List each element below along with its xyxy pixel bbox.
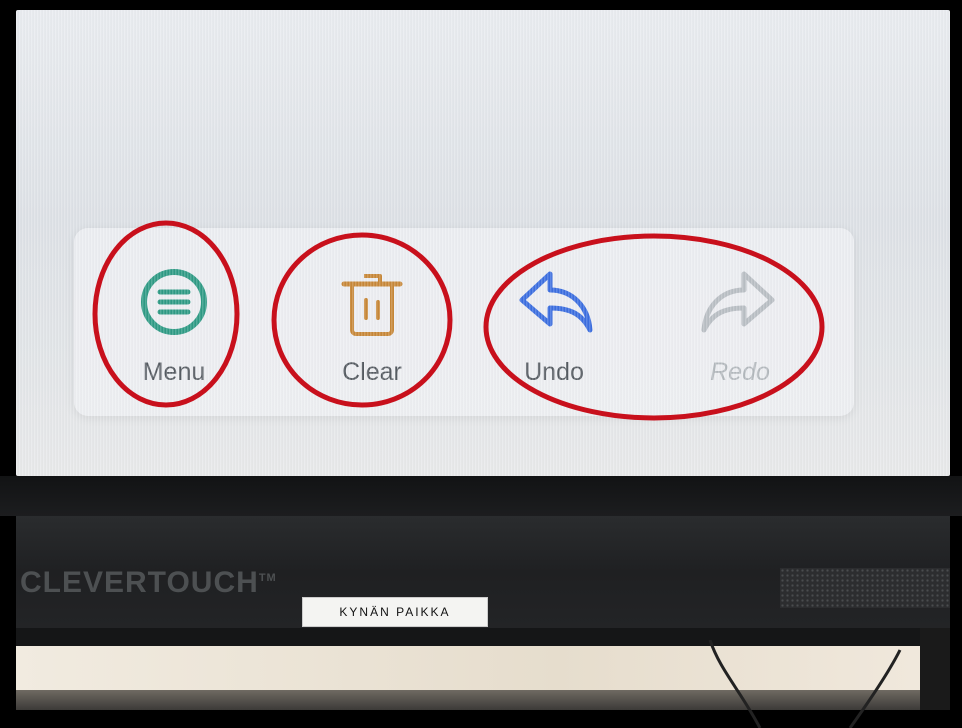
menu-icon	[141, 269, 207, 335]
pen-holder-label: KYNÄN PAIKKA	[302, 597, 488, 627]
redo-label: Redo	[710, 358, 770, 386]
redo-button[interactable]: Redo	[680, 228, 800, 416]
menu-button[interactable]: Menu	[114, 228, 234, 416]
trash-icon	[341, 274, 403, 336]
undo-arrow-icon	[519, 271, 593, 333]
touchscreen-display: Menu Clear Undo Redo	[16, 10, 950, 476]
brand-logo: CLEVERTOUCHTM	[20, 566, 277, 599]
stand-post	[920, 628, 950, 710]
menu-label: Menu	[142, 358, 206, 386]
photo-frame: Menu Clear Undo Redo CLEVERTOUCHTM KYNÄN…	[0, 0, 962, 728]
display-bezel	[0, 476, 962, 516]
undo-button[interactable]: Undo	[494, 228, 614, 416]
clear-button[interactable]: Clear	[312, 228, 432, 416]
whiteboard-toolbar: Menu Clear Undo Redo	[74, 228, 854, 416]
clear-label: Clear	[342, 358, 402, 386]
speaker-grille	[780, 568, 950, 608]
redo-arrow-icon	[701, 271, 775, 333]
undo-label: Undo	[524, 358, 584, 386]
power-cable	[708, 640, 902, 728]
